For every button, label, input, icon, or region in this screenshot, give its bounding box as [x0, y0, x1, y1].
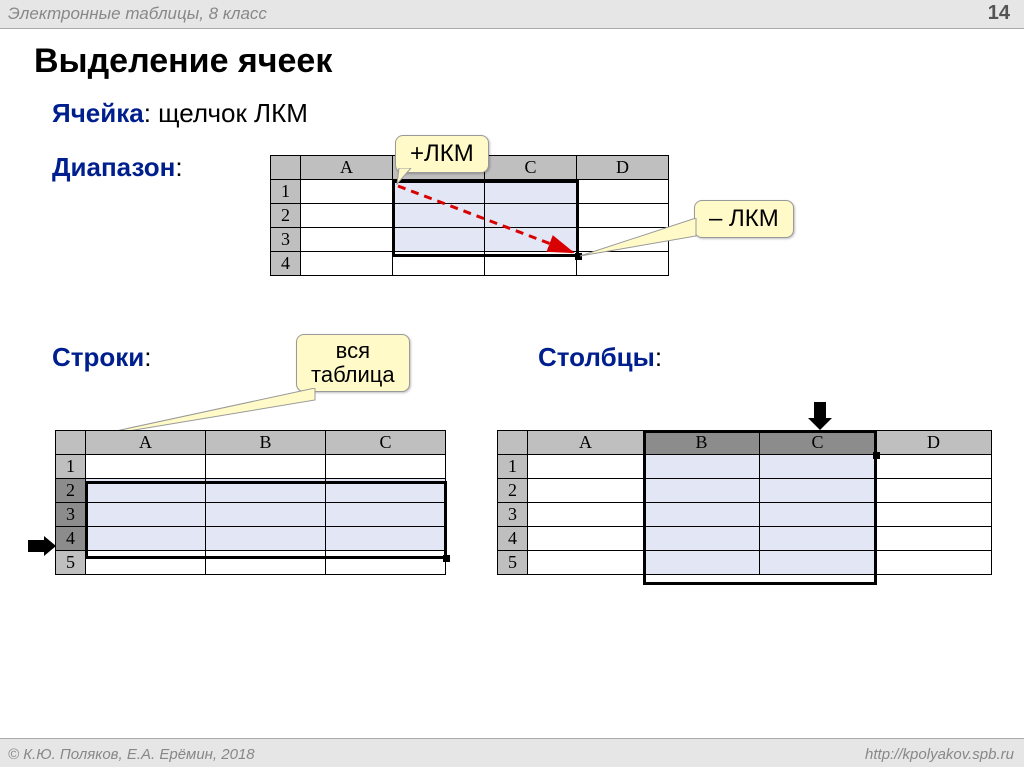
spreadsheet-range: ABCD 1 2 3 4 [270, 155, 669, 276]
footer-bar: © К.Ю. Поляков, Е.А. Ерёмин, 2018 http:/… [0, 738, 1024, 767]
text-rows: Строки: [52, 342, 152, 373]
text-cell: Ячейка: щелчок ЛКМ [52, 98, 308, 129]
text-cols: Столбцы: [538, 342, 662, 373]
spreadsheet-rows: ABC 1 2 3 4 5 [55, 430, 446, 575]
header-bar: Электронные таблицы, 8 класс 14 [0, 0, 1024, 29]
arrow-right-icon [28, 536, 58, 560]
selection-handle [575, 253, 582, 260]
term-range: Диапазон [52, 152, 175, 182]
selection-handle [873, 452, 880, 459]
term-rows: Строки [52, 342, 144, 372]
spreadsheet-columns: ABCD 1 2 3 4 5 [497, 430, 992, 575]
header-topic: Электронные таблицы, 8 класс [8, 4, 267, 24]
term-cell: Ячейка [52, 98, 144, 128]
callout-plus-lkm: +ЛКМ [395, 135, 489, 173]
page-number: 14 [988, 2, 1010, 25]
callout-minus-lkm: – ЛКМ [694, 200, 794, 238]
callout-whole-table: вся таблица [296, 334, 410, 392]
term-cols: Столбцы [538, 342, 655, 372]
selection-handle [443, 555, 450, 562]
text-range: Диапазон: [52, 152, 183, 183]
footer-credits: © К.Ю. Поляков, Е.А. Ерёмин, 2018 [8, 746, 255, 763]
footer-url: http://kpolyakov.spb.ru [865, 746, 1014, 763]
arrow-down-icon [808, 402, 832, 432]
slide-title: Выделение ячеек [34, 42, 332, 81]
